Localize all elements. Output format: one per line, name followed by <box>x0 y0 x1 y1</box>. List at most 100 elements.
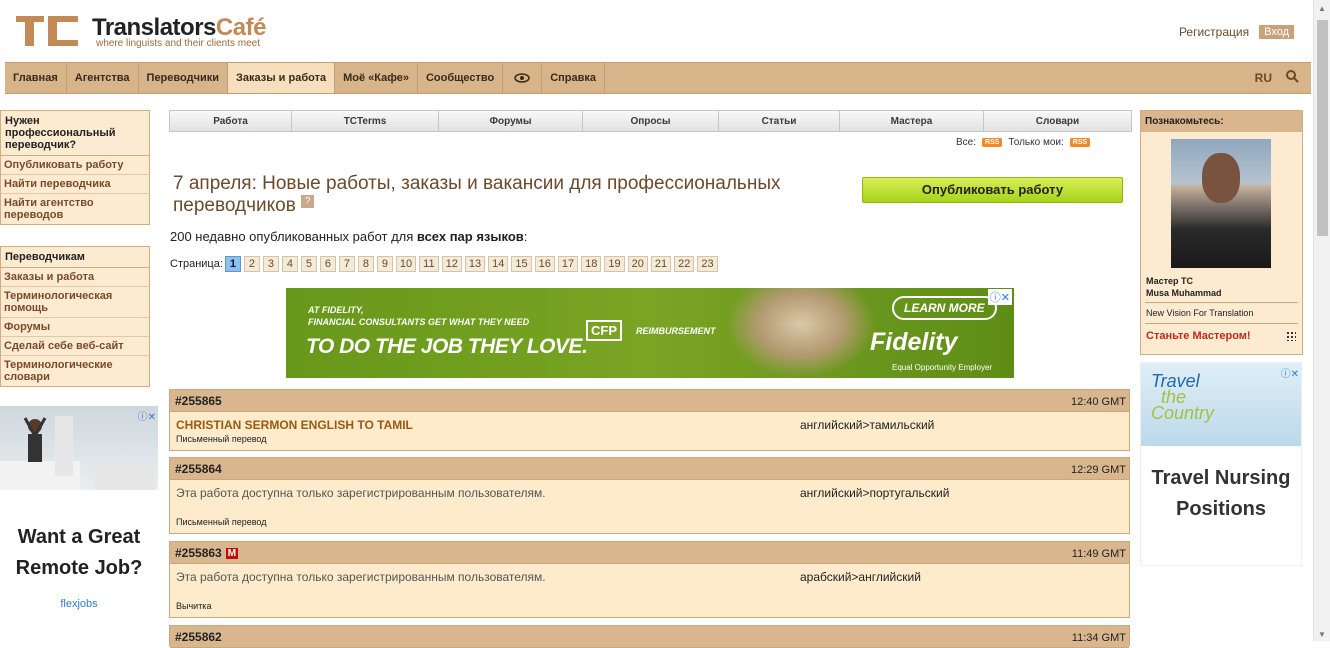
page-link[interactable]: 15 <box>511 256 532 272</box>
learn-more-button[interactable]: LEARN MORE <box>892 296 997 320</box>
nav-help[interactable]: Справка <box>542 63 606 93</box>
nav-my-cafe[interactable]: Моё «Кафе» <box>335 63 418 93</box>
ad-info-close-icon[interactable]: ⓘ✕ <box>1281 365 1299 380</box>
all-pairs-link[interactable]: всех пар языков <box>417 229 524 244</box>
subnav-work[interactable]: Работа <box>170 111 292 131</box>
rss-all-label: Все: <box>956 137 977 148</box>
job-row[interactable]: #255864 12:29 GMT Эта работа доступна то… <box>169 457 1130 534</box>
nav-translators[interactable]: Переводчики <box>139 63 228 93</box>
page-link[interactable]: 18 <box>581 256 602 272</box>
nav-community[interactable]: Сообщество <box>418 63 504 93</box>
subnav-forums[interactable]: Форумы <box>439 111 583 131</box>
pager-label: Страница: <box>170 258 223 270</box>
become-master-link[interactable]: Станьте Мастером! <box>1146 330 1251 342</box>
page-link[interactable]: 5 <box>300 256 317 272</box>
search-icon[interactable] <box>1286 70 1299 86</box>
fidelity-banner-ad[interactable]: AT FIDELITY, FINANCIAL CONSULTANTS GET WH… <box>286 288 1014 378</box>
left-ad-image: ⓘ✕ <box>0 406 158 490</box>
subnav-tcterms[interactable]: TCTerms <box>292 111 439 131</box>
master-name[interactable]: Мастер TC Musa Muhammad <box>1146 275 1222 299</box>
job-title[interactable]: CHRISTIAN SERMON ENGLISH TO TAMIL <box>176 418 413 432</box>
page-link[interactable]: 17 <box>557 256 579 272</box>
jobs-link[interactable]: Заказы и работа <box>1 268 149 287</box>
publish-job-button[interactable]: Опубликовать работу <box>862 177 1123 203</box>
scrollbar[interactable]: ▲ ▼ <box>1313 0 1330 641</box>
subnav-dictionaries[interactable]: Словари <box>984 111 1131 131</box>
scroll-thumb[interactable] <box>1317 20 1328 236</box>
job-id[interactable]: #255862 <box>175 630 222 644</box>
forums-link[interactable]: Форумы <box>1 318 149 337</box>
job-type: Письменный перевод <box>176 434 267 444</box>
nav-home[interactable]: Главная <box>5 63 67 93</box>
right-ad[interactable]: Travel the Country ⓘ✕ Travel Nursing Posi… <box>1140 362 1302 566</box>
subnav-articles[interactable]: Статьи <box>719 111 840 131</box>
person-stretching-image <box>0 416 155 490</box>
term-help-link[interactable]: Терминологическая помощь <box>1 287 149 318</box>
main-nav: Главная Агентства Переводчики Заказы и р… <box>5 62 1311 94</box>
page-link[interactable]: 16 <box>534 256 555 272</box>
rss-mine-icon[interactable]: RSS <box>1069 138 1091 147</box>
language-switch[interactable]: RU <box>1255 71 1272 85</box>
help-icon[interactable]: ? <box>301 195 315 208</box>
login-button[interactable]: Вход <box>1259 25 1294 39</box>
logo-tagline: where linguists and their clients meet <box>96 38 260 49</box>
page-link[interactable]: 4 <box>281 256 298 272</box>
page-link[interactable]: 13 <box>464 256 486 272</box>
banner-reimbursement: REIMBURSEMENT <box>636 326 716 336</box>
left-ad[interactable]: ⓘ✕ Want a Great Remote Job? flexjobs <box>0 406 158 641</box>
job-header: #255865 12:40 GMT <box>170 390 1129 412</box>
job-id[interactable]: #255865 <box>175 394 222 408</box>
job-row[interactable]: #255862 11:34 GMT <box>169 625 1130 648</box>
page-link[interactable]: 11 <box>419 256 439 272</box>
subnav-polls[interactable]: Опросы <box>583 111 719 131</box>
nav-jobs[interactable]: Заказы и работа <box>227 63 336 93</box>
job-language-pair: английский>португальский <box>800 486 950 500</box>
page-link[interactable]: 10 <box>395 256 417 272</box>
jobs-subnav: Работа TCTerms Форумы Опросы Статьи Маст… <box>169 110 1132 132</box>
page-link[interactable]: 21 <box>650 256 672 272</box>
page-link[interactable]: 19 <box>604 256 625 272</box>
subnav-masters[interactable]: Мастера <box>840 111 984 131</box>
register-link[interactable]: Регистрация <box>1179 25 1249 39</box>
page-link[interactable]: 9 <box>376 256 393 272</box>
job-header: #255863 M 11:49 GMT <box>170 542 1129 564</box>
find-agency-link[interactable]: Найти агентство переводов <box>1 194 149 224</box>
page-link[interactable]: 2 <box>243 256 260 272</box>
term-dictionaries-link[interactable]: Терминологические словари <box>1 356 149 386</box>
job-row[interactable]: #255865 12:40 GMT CHRISTIAN SERMON ENGLI… <box>169 389 1130 451</box>
scroll-down-arrow-icon[interactable]: ▼ <box>1318 630 1326 639</box>
page-link[interactable]: 22 <box>674 256 695 272</box>
page-link[interactable]: 7 <box>338 256 355 272</box>
client-box-title: Нужен профессиональный переводчик? <box>1 111 149 156</box>
find-translator-link[interactable]: Найти переводчика <box>1 175 149 194</box>
translators-box: Переводчикам Заказы и работа Терминологи… <box>0 246 150 387</box>
nav-right: RU <box>1255 63 1311 93</box>
page-link[interactable]: 3 <box>262 256 279 272</box>
ad-info-close-icon[interactable]: ⓘ✕ <box>987 289 1012 305</box>
rss-all-icon[interactable]: RSS <box>982 138 1003 147</box>
ad-info-close-icon[interactable]: ⓘ✕ <box>138 408 156 423</box>
banner-person-image <box>726 288 876 378</box>
post-job-link[interactable]: Опубликовать работу <box>1 156 149 175</box>
nav-agencies[interactable]: Агентства <box>67 63 139 93</box>
master-photo[interactable] <box>1171 139 1271 268</box>
fidelity-logo: Fidelity <box>870 328 958 356</box>
master-company: New Vision For Translation <box>1146 308 1254 318</box>
page-link[interactable]: 20 <box>627 256 648 272</box>
page-link[interactable]: 6 <box>319 256 336 272</box>
divider <box>1145 323 1298 324</box>
page-link[interactable]: 1 <box>224 256 241 272</box>
tc-logo-icon <box>16 16 78 46</box>
website-link[interactable]: Сделай себе веб-сайт <box>1 337 149 356</box>
page-link[interactable]: 12 <box>441 256 462 272</box>
eye-icon[interactable] <box>503 63 543 93</box>
page-link[interactable]: 23 <box>697 256 718 272</box>
scroll-up-arrow-icon[interactable]: ▲ <box>1318 4 1326 13</box>
job-id[interactable]: #255863 M <box>175 546 239 560</box>
job-id[interactable]: #255864 <box>175 462 222 476</box>
page-link[interactable]: 14 <box>488 256 509 272</box>
master-face <box>1202 153 1240 203</box>
page-link[interactable]: 8 <box>357 256 374 272</box>
job-row[interactable]: #255863 M 11:49 GMT Эта работа доступна т… <box>169 541 1130 618</box>
job-time: 12:29 GMT <box>1070 464 1126 476</box>
